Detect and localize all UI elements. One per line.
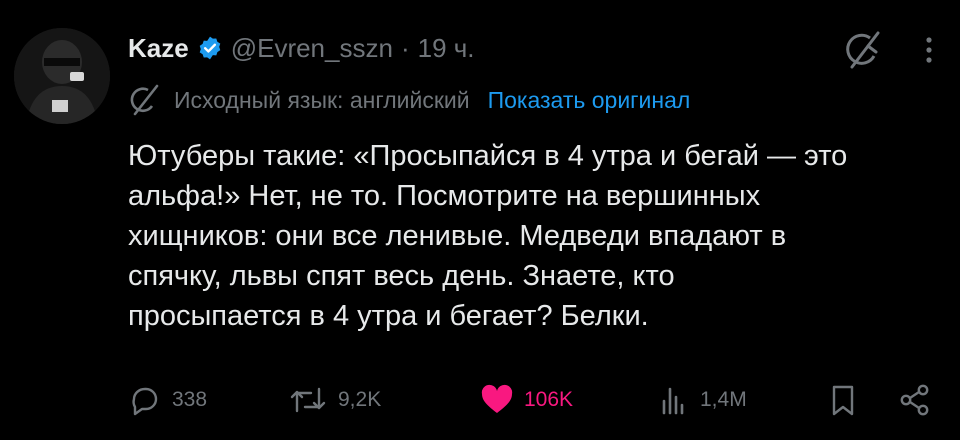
translation-notice: Исходный язык: английский Показать ориги… [128,84,690,116]
repost-icon [290,387,326,413]
like-count: 106K [524,388,574,411]
header-actions [840,30,934,70]
grok-icon[interactable] [840,30,884,70]
tweet-text-line: альфа!» Нет, не то. Посмотрите на вершин… [128,180,761,212]
bookmark-button[interactable] [828,378,868,422]
reply-count: 338 [172,388,208,411]
timestamp[interactable]: 19 ч. [418,33,475,64]
author-name[interactable]: Kaze [128,33,189,64]
reply-button[interactable]: 338 [128,378,207,422]
action-bar: 338 9,2K 106K 1,4M [128,378,929,422]
bookmark-icon [832,385,854,416]
tweet-text: Ютуберы такие: «Просыпайся в 4 утра и бе… [128,136,928,336]
views-button[interactable]: 1,4M [658,378,747,422]
like-button[interactable]: 106K [480,378,573,422]
tweet-header: Kaze @Evren_sszn · 19 ч. [128,30,475,66]
tweet-text-line: спячку, львы спят весь день. Знаете, кто [128,260,675,292]
share-icon [900,384,929,416]
views-icon [662,387,684,415]
heart-icon [481,384,513,413]
translation-label: Исходный язык: английский [174,86,470,113]
more-icon[interactable] [924,32,934,68]
repost-button[interactable]: 9,2K [288,378,381,422]
tweet-text-line: Ютуберы такие: «Просыпайся в 4 утра и бе… [128,140,848,172]
tweet-text-line: просыпается в 4 утра и бегает? Белки. [128,300,649,332]
tweet-text-line: хищников: они все ленивые. Медведи впада… [128,220,787,252]
author-handle[interactable]: @Evren_sszn [231,33,393,64]
repost-count: 9,2K [338,388,382,411]
reply-icon [132,387,158,416]
show-original-link[interactable]: Показать оригинал [488,87,691,114]
share-button[interactable] [898,378,942,422]
avatar[interactable] [14,28,110,124]
separator-dot: · [400,32,410,63]
translate-icon [128,84,162,116]
views-count: 1,4M [700,388,747,411]
verified-badge-icon [197,35,223,61]
